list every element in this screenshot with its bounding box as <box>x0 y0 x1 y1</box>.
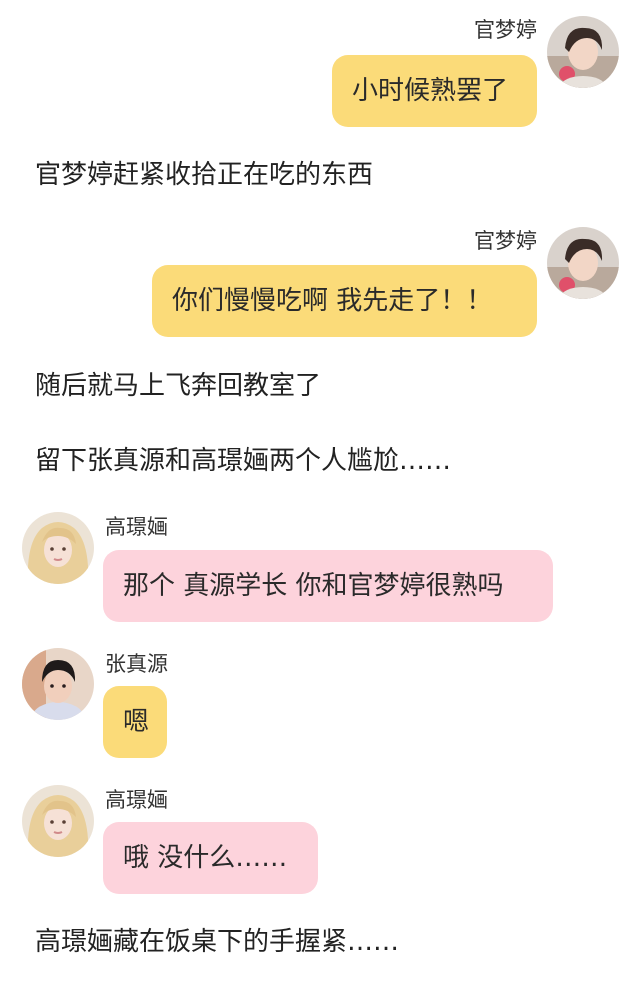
guan-mengting-avatar[interactable] <box>547 16 619 88</box>
message-bubble[interactable]: 你们慢慢吃啊 我先走了！！ <box>152 265 537 337</box>
portrait-image <box>547 16 619 88</box>
name-label: 官梦婷 <box>474 18 537 42</box>
name-label: 官梦婷 <box>474 229 537 253</box>
message-bubble[interactable]: 哦 没什么…… <box>103 822 318 894</box>
message-bubble[interactable]: 嗯 <box>103 686 167 758</box>
gao-jinghua-avatar[interactable] <box>22 512 94 584</box>
message-bubble[interactable]: 那个 真源学长 你和官梦婷很熟吗 <box>103 550 553 622</box>
zhang-zhenyuan-avatar[interactable] <box>22 648 94 720</box>
guan-mengting-avatar[interactable] <box>547 227 619 299</box>
portrait-image <box>547 227 619 299</box>
name-label: 高璟婳 <box>105 788 168 812</box>
gao-jinghua-avatar[interactable] <box>22 785 94 857</box>
narration-text: 随后就马上飞奔回教室了 <box>35 371 322 401</box>
narration-text: 官梦婷赶紧收拾正在吃的东西 <box>35 160 374 190</box>
message-bubble[interactable]: 小时候熟罢了 <box>332 55 537 127</box>
name-label: 高璟婳 <box>105 515 168 539</box>
name-label: 张真源 <box>105 652 168 676</box>
portrait-image <box>22 512 94 584</box>
portrait-image <box>22 648 94 720</box>
narration-text: 留下张真源和高璟婳两个人尴尬…… <box>35 446 452 476</box>
narration-text: 高璟婳藏在饭桌下的手握紧…… <box>35 927 400 957</box>
portrait-image <box>22 785 94 857</box>
